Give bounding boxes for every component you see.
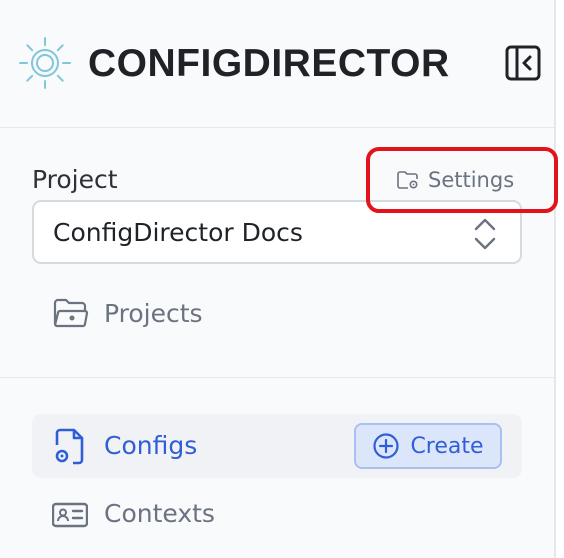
- nav-item-contexts-label: Contexts: [104, 499, 215, 528]
- plus-circle-icon: [373, 433, 400, 459]
- nav-item-configs[interactable]: Configs Create: [32, 414, 522, 478]
- projects-link[interactable]: Projects: [52, 293, 203, 333]
- project-section: Project Settings ConfigDirector Docs Pro…: [0, 128, 556, 378]
- config-file-icon: [55, 428, 84, 465]
- collapse-sidebar-icon[interactable]: [504, 44, 542, 82]
- settings-label: Settings: [428, 168, 515, 192]
- gear-logo-icon: [19, 37, 71, 89]
- chevron-up-down-icon: [474, 218, 496, 250]
- create-button-label: Create: [410, 433, 484, 459]
- folder-settings-icon: [397, 171, 418, 189]
- nav-item-contexts[interactable]: Contexts: [32, 482, 522, 546]
- nav-item-configs-label: Configs: [104, 431, 198, 460]
- sidebar-header: CONFIGDIRECTOR: [0, 0, 556, 128]
- project-settings-link[interactable]: Settings: [396, 164, 514, 196]
- project-select-value: ConfigDirector Docs: [53, 218, 303, 247]
- projects-link-label: Projects: [104, 298, 203, 328]
- project-label: Project: [32, 165, 118, 194]
- sidebar: CONFIGDIRECTOR Project Settings ConfigDi…: [0, 0, 556, 558]
- create-config-button[interactable]: Create: [354, 423, 502, 469]
- project-select[interactable]: ConfigDirector Docs: [32, 200, 522, 264]
- folder-open-icon: [53, 298, 89, 328]
- app-title: CONFIGDIRECTOR: [88, 42, 450, 85]
- content-edge: [558, 0, 564, 558]
- id-card-icon: [52, 502, 88, 528]
